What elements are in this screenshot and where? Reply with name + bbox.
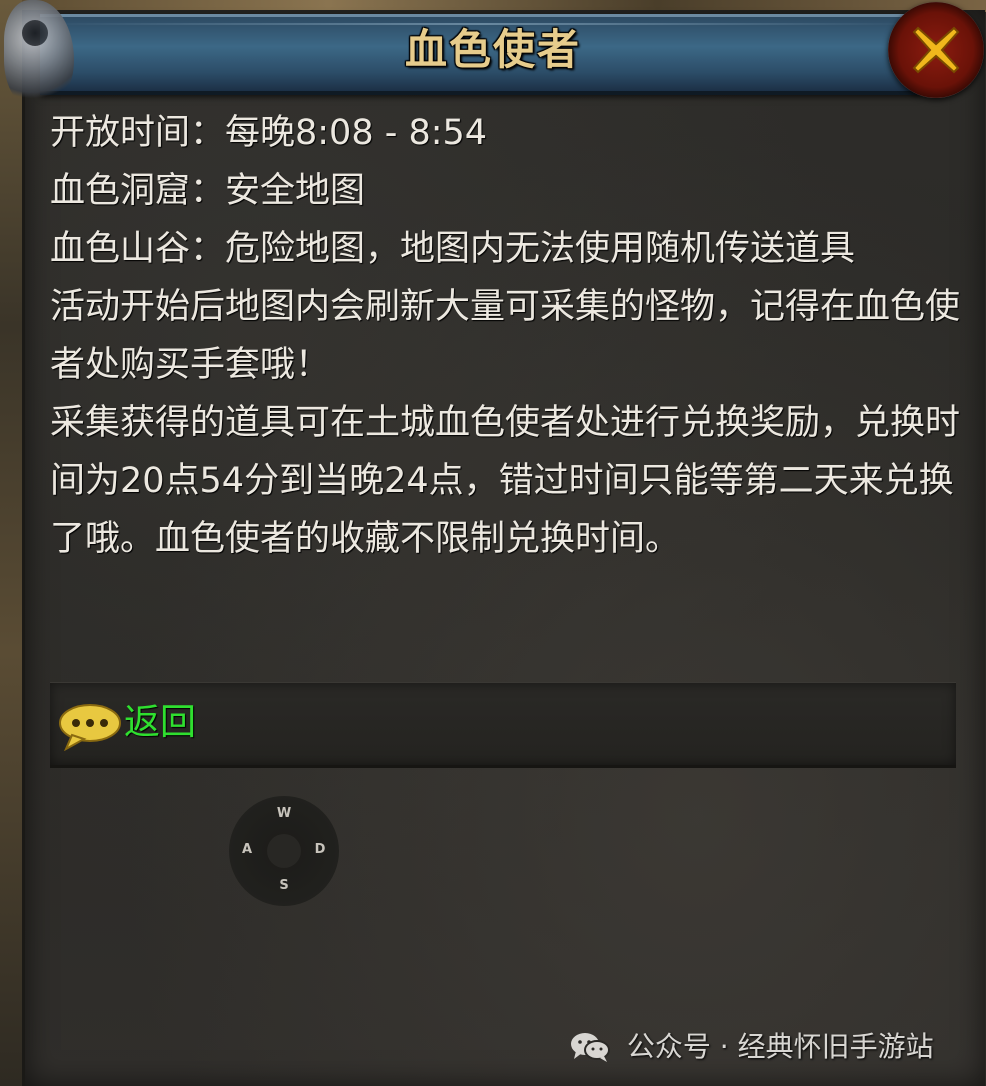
dpad-center	[267, 834, 301, 868]
dpad-key-left[interactable]: A	[237, 842, 257, 858]
gather-info-line: 活动开始后地图内会刷新大量可采集的怪物，记得在血色使者处购买手套哦！	[50, 287, 961, 385]
chat-bubble-icon	[59, 704, 121, 751]
return-option-bar[interactable]: 返回	[50, 682, 956, 768]
close-icon	[912, 26, 960, 74]
valley-info-line: 血色山谷：危险地图，地图内无法使用随机传送道具	[50, 229, 856, 269]
dpad-key-up[interactable]: W	[274, 806, 294, 822]
open-time-line: 开放时间：每晚8:08 - 8:54	[50, 113, 488, 153]
wasd-control-pad[interactable]: W A D S	[229, 796, 339, 906]
dpad-key-down[interactable]: S	[274, 878, 294, 894]
watermark-text: 公众号 · 经典怀旧手游站	[626, 1030, 934, 1063]
return-link[interactable]: 返回	[124, 699, 196, 747]
dialog-title: 血色使者	[404, 25, 581, 74]
wechat-icon	[571, 1033, 610, 1062]
exchange-info-line: 采集获得的道具可在土城血色使者处进行兑换奖励，兑换时间为20点54分到当晚24点…	[50, 403, 961, 559]
background-scene-left	[0, 0, 22, 1086]
dpad-key-right[interactable]: D	[310, 842, 330, 858]
close-button[interactable]	[888, 2, 984, 98]
watermark: 公众号 · 经典怀旧手游站	[570, 1024, 934, 1068]
cave-info-line: 血色洞窟：安全地图	[50, 171, 366, 211]
dialog-content: 开放时间：每晚8:08 - 8:54 血色洞窟：安全地图 血色山谷：危险地图，地…	[50, 104, 960, 568]
